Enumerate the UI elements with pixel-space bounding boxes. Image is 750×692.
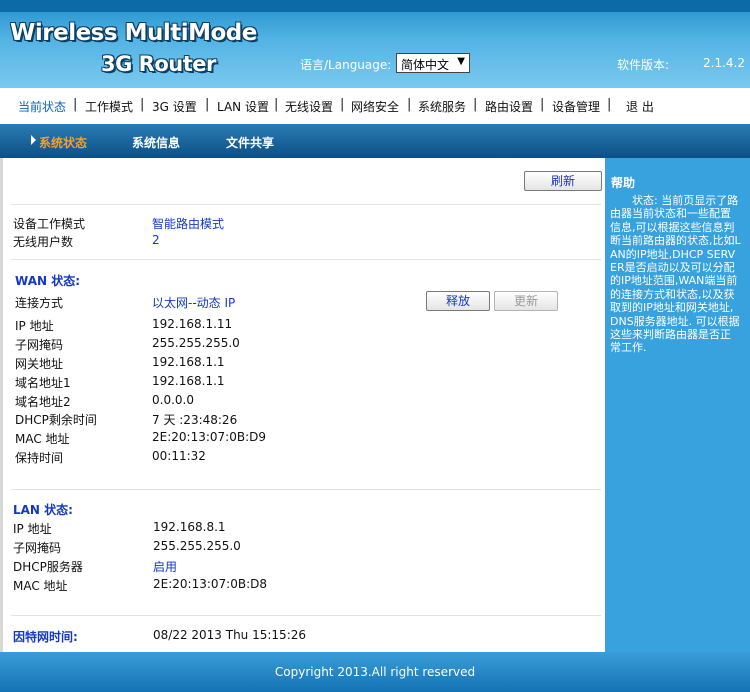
nav-separator: | [340,97,345,112]
version-value: 2.1.4.2 [703,56,745,70]
wan-dns1-label: 域名地址1 [15,376,71,390]
chevron-down-icon: ▼ [457,56,465,67]
nav-separator: | [140,97,145,112]
language-selected-value: 简体中文 [401,58,450,72]
nav-item-services[interactable]: 系统服务 [418,98,466,115]
wan-ip-value: 192.168.1.11 [152,317,233,331]
subnav-item-file-share[interactable]: 文件共享 [226,134,274,151]
wan-conn-value: 以太网--动态 IP [152,296,236,310]
nav-item-work-mode[interactable]: 工作模式 [85,98,133,115]
divider [11,615,601,616]
lan-mask-value: 255.255.255.0 [153,539,241,553]
lan-dhcp-value: 启用 [153,560,178,574]
wan-conn-label: 连接方式 [15,296,64,310]
internet-time-label: 因特网时间: [13,630,78,644]
nav-item-logout[interactable]: 退 出 [626,98,654,115]
lan-mask-label: 子网掩码 [13,541,62,555]
wan-gateway-label: 网关地址 [15,357,64,371]
nav-item-lan[interactable]: LAN 设置 [217,98,269,115]
logo-line2: 3G Router [101,52,216,76]
nav-item-device-mgmt[interactable]: 设备管理 [552,98,600,115]
nav-separator: | [607,97,612,112]
wan-uptime-value: 00:11:32 [152,449,206,463]
renew-button[interactable]: 更新 [494,291,558,311]
lan-mac-value: 2E:20:13:07:0B:D8 [153,577,267,591]
language-label: 语言/Language: [300,58,392,72]
help-title: 帮助 [611,176,636,190]
version-label: 软件版本: [617,58,670,72]
nav-item-wireless[interactable]: 无线设置 [285,98,333,115]
nav-item-3g[interactable]: 3G 设置 [152,98,197,115]
lan-mac-label: MAC 地址 [13,579,68,593]
lan-section-title: LAN 状态: [13,503,73,517]
active-arrow-icon [31,135,36,145]
wan-dhcp-lease-value: 7 天 :23:48:26 [152,413,238,427]
language-select[interactable]: 简体中文 ▼ [396,53,470,73]
wan-mask-value: 255.255.255.0 [152,336,240,350]
header-top-stripe [0,0,750,12]
divider [11,204,601,205]
wan-dhcp-lease-label: DHCP剩余时间 [15,413,97,427]
lan-dhcp-label: DHCP服务器 [13,560,83,574]
device-mode-value: 智能路由模式 [152,217,225,231]
wan-uptime-label: 保持时间 [15,451,64,465]
wireless-users-value: 2 [152,233,160,247]
nav-separator: | [407,97,412,112]
wan-gateway-value: 192.168.1.1 [152,355,225,369]
wan-mask-label: 子网掩码 [15,338,64,352]
nav-item-routing[interactable]: 路由设置 [485,98,533,115]
subnav-item-system-status[interactable]: 系统状态 [39,134,87,151]
nav-separator: | [274,97,279,112]
refresh-button[interactable]: 刷新 [524,171,602,191]
lan-ip-label: IP 地址 [13,522,52,536]
lan-ip-value: 192.168.8.1 [153,520,226,534]
divider [11,259,601,260]
nav-separator: | [473,97,478,112]
wan-section-title: WAN 状态: [15,274,81,288]
wan-mac-value: 2E:20:13:07:0B:D9 [152,430,266,444]
nav-item-status[interactable]: 当前状态 [18,98,66,115]
header-banner: Wireless MultiMode 3G Router 语言/Language… [0,0,750,88]
sub-nav: 系统状态 系统信息 文件共享 [0,124,750,158]
footer: Copyright 2013.All right reserved [0,652,750,692]
nav-item-security[interactable]: 网络安全 [351,98,399,115]
wan-dns2-value: 0.0.0.0 [152,393,194,407]
wireless-users-label: 无线用户数 [13,235,74,249]
help-panel: 帮助 状态: 当前页显示了路由器当前状态和一些配置信息,可以根据这些信息判断当前… [605,158,750,652]
help-text: 状态: 当前页显示了路由器当前状态和一些配置信息,可以根据这些信息判断当前路由器… [610,194,741,355]
wan-dns1-value: 192.168.1.1 [152,374,225,388]
release-button[interactable]: 释放 [426,291,490,311]
subnav-item-system-info[interactable]: 系统信息 [132,134,180,151]
device-mode-label: 设备工作模式 [13,217,86,231]
wan-dns2-label: 域名地址2 [15,395,71,409]
main-nav: 当前状态 | 工作模式 | 3G 设置 | LAN 设置 | 无线设置 | 网络… [0,88,750,124]
nav-separator: | [540,97,545,112]
status-panel: 刷新 设备工作模式 智能路由模式 无线用户数 2 WAN 状态: 连接方式 以太… [0,158,605,652]
divider [11,489,601,490]
nav-separator: | [73,97,78,112]
nav-separator: | [205,97,210,112]
logo-line1: Wireless MultiMode [10,20,257,46]
copyright-text: Copyright 2013.All right reserved [274,665,476,679]
internet-time-value: 08/22 2013 Thu 15:15:26 [153,628,306,642]
wan-ip-label: IP 地址 [15,319,54,333]
wan-mac-label: MAC 地址 [15,432,70,446]
